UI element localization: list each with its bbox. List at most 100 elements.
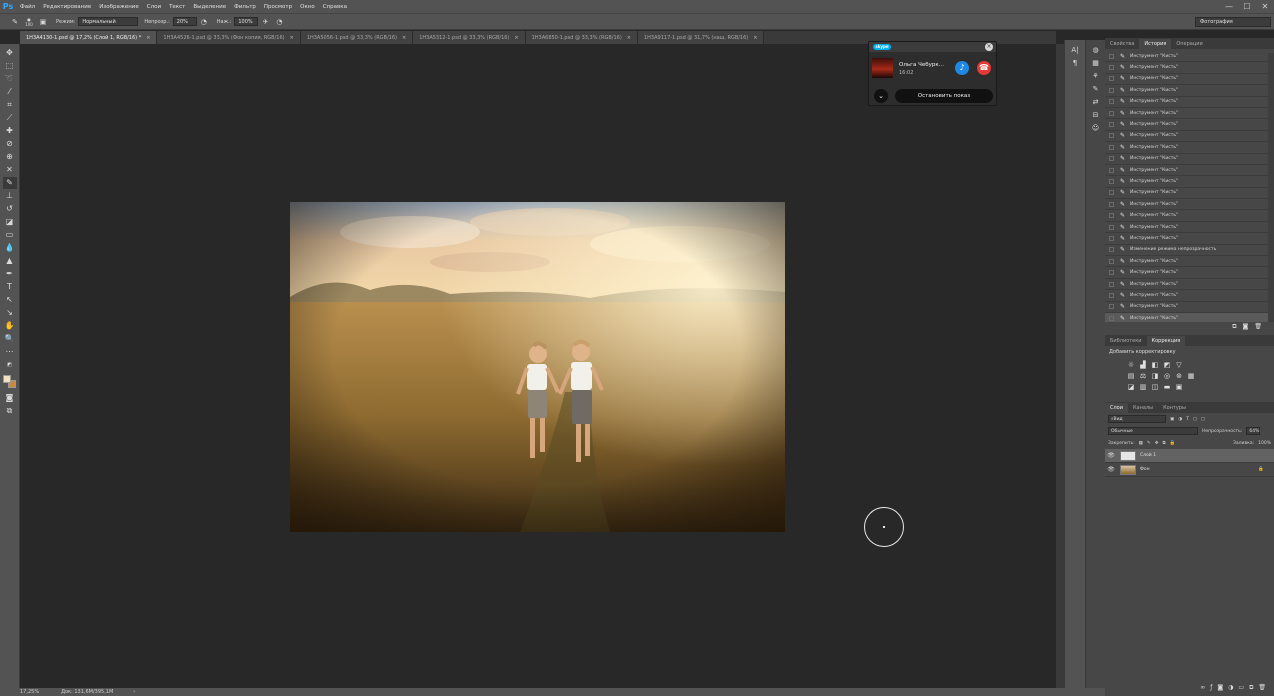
history-brush-tool-icon[interactable]: ↺ — [3, 203, 17, 215]
gradient-tool-icon[interactable]: ▭ — [3, 229, 17, 241]
opacity-select[interactable]: 20% — [172, 17, 197, 26]
move-tool-icon[interactable]: ✥ — [3, 47, 17, 59]
color-lookup-icon[interactable]: ▦ — [1187, 372, 1195, 380]
quick-select-tool-icon[interactable]: ⁄ — [3, 86, 17, 98]
pressure-size-icon[interactable]: ◔ — [274, 17, 284, 27]
maximize-button[interactable]: ☐ — [1238, 0, 1256, 13]
brightness-icon[interactable]: ☼ — [1127, 361, 1135, 369]
swap-colors-icon[interactable]: ◩ — [3, 359, 17, 371]
mode-select[interactable]: Нормальный — [78, 17, 139, 26]
history-source-checkbox[interactable] — [1109, 201, 1114, 207]
lock-artboard-icon[interactable]: ⧉ — [1162, 440, 1165, 446]
history-row[interactable]: ✎ Инструмент "Кисть" — [1105, 233, 1274, 245]
history-source-checkbox[interactable] — [1109, 270, 1114, 276]
filter-adjust-icon[interactable]: ◑ — [1178, 417, 1182, 422]
foreground-color-swatch[interactable] — [2, 375, 11, 383]
brush-presets-icon[interactable]: ⚘ — [1089, 70, 1103, 82]
selective-color-icon[interactable]: ▣ — [1175, 383, 1183, 391]
gradient-map-icon[interactable]: ▬ — [1163, 383, 1171, 391]
history-source-checkbox[interactable] — [1109, 65, 1114, 71]
skype-more-button[interactable]: ⌄ — [874, 89, 888, 103]
blur-tool-icon[interactable]: 💧 — [3, 242, 17, 254]
layer-filter-select[interactable]: ⌕ Вид — [1108, 415, 1166, 423]
close-tab-icon[interactable]: × — [753, 35, 757, 41]
menu-image[interactable]: Изображение — [95, 4, 143, 10]
doc-tab[interactable]: 1H3A4130-1.psd @ 17,2% (Слой 1, RGB/16) … — [20, 31, 158, 44]
zoom-tool-icon[interactable]: 🔍 — [3, 333, 17, 345]
history-row[interactable]: ✎ Инструмент "Кисть" — [1105, 199, 1274, 211]
close-tab-icon[interactable]: × — [402, 35, 406, 41]
layer-opacity-field[interactable]: 64% — [1246, 427, 1261, 435]
crop-tool-icon[interactable]: ⌗ — [3, 99, 17, 111]
history-row[interactable]: ✎ Инструмент "Кисть" — [1105, 97, 1274, 108]
character-panel-icon[interactable]: A| — [1068, 44, 1082, 56]
color-panel-icon[interactable]: ◍ — [1089, 44, 1103, 56]
history-row[interactable]: ✎ Инструмент "Кисть" — [1105, 256, 1274, 268]
more-tools-icon[interactable]: ⋯ — [3, 346, 17, 358]
visibility-eye-icon[interactable]: 👁 — [1105, 452, 1117, 459]
shape-tool-icon[interactable]: ↘ — [3, 307, 17, 319]
tab-layers[interactable]: Слои — [1105, 403, 1128, 413]
exposure-icon[interactable]: ◩ — [1163, 361, 1171, 369]
close-tab-icon[interactable]: × — [146, 35, 150, 41]
history-row[interactable]: ✎ Инструмент "Кисть" — [1105, 74, 1274, 86]
hang-up-button[interactable]: ☎ — [977, 61, 991, 75]
history-row[interactable]: ✎ Инструмент "Кисть" — [1105, 108, 1274, 120]
tab-libraries[interactable]: Библиотеки — [1105, 336, 1147, 346]
content-aware-move-icon[interactable]: ✕ — [3, 164, 17, 176]
marquee-tool-icon[interactable]: ⬚ — [3, 60, 17, 72]
close-tab-icon[interactable]: × — [290, 35, 294, 41]
new-snapshot-icon[interactable]: ⧉ — [1232, 323, 1236, 331]
history-row[interactable]: ✎ Инструмент "Кисть" — [1105, 119, 1274, 131]
brush-tool-icon[interactable]: ✎ — [2, 176, 17, 189]
blend-mode-select[interactable]: Обычные — [1108, 427, 1198, 435]
info-panel-icon[interactable]: ⇄ — [1089, 96, 1103, 108]
menu-filter[interactable]: Фильтр — [230, 4, 260, 10]
levels-icon[interactable]: ▟ — [1139, 361, 1147, 369]
airbrush-icon[interactable]: ✈ — [260, 17, 270, 27]
filter-smart-icon[interactable]: ▢ — [1201, 417, 1205, 422]
screen-mode-icon[interactable]: ⧉ — [3, 405, 17, 417]
brush-settings-icon[interactable]: ✎ — [1089, 83, 1103, 95]
eyedropper-tool-icon[interactable]: ⟋ — [3, 112, 17, 124]
doc-tab[interactable]: 1H3A4526-1.psd @ 33,3% (Фон копия, RGB/1… — [157, 31, 301, 44]
brush-panel-icon[interactable]: ▣ — [38, 17, 48, 27]
workspace-select[interactable]: Фотография — [1195, 17, 1271, 27]
lock-paint-icon[interactable]: ✎ — [1147, 441, 1151, 446]
history-row[interactable]: ✎ Инструмент "Кисть" — [1105, 302, 1274, 313]
doc-tab[interactable]: 1H3A5312-1.psd @ 33,3% (RGB/16) × — [413, 31, 526, 44]
history-row[interactable]: ✎ Инструмент "Кисть" — [1105, 210, 1274, 222]
curves-icon[interactable]: ◧ — [1151, 361, 1159, 369]
history-source-checkbox[interactable] — [1109, 53, 1114, 59]
status-menu-arrow[interactable]: › — [133, 689, 135, 695]
mic-button[interactable]: ♪ — [955, 61, 969, 75]
dodge-tool-icon[interactable]: ▲ — [3, 255, 17, 267]
history-source-checkbox[interactable] — [1109, 247, 1114, 253]
flow-select[interactable]: 100% — [234, 17, 259, 26]
tab-channels[interactable]: Каналы — [1128, 403, 1158, 413]
add-mask-icon[interactable]: ◙ — [1217, 684, 1223, 694]
navigator-panel-icon[interactable]: ⊟ — [1089, 109, 1103, 121]
lock-pixels-icon[interactable]: ▦ — [1139, 441, 1143, 446]
history-source-checkbox[interactable] — [1109, 281, 1114, 287]
camera-icon[interactable]: ◙ — [1243, 323, 1249, 330]
people-panel-icon[interactable]: ☺ — [1089, 122, 1103, 134]
history-row[interactable]: ✎ Инструмент "Кисть" — [1105, 222, 1274, 234]
delete-layer-icon[interactable]: 🗑 — [1258, 684, 1266, 694]
history-source-checkbox[interactable] — [1109, 292, 1114, 298]
history-source-checkbox[interactable] — [1109, 235, 1114, 241]
menu-help[interactable]: Справка — [319, 4, 351, 10]
history-source-checkbox[interactable] — [1109, 213, 1114, 219]
pen-tool-icon[interactable]: ✒ — [3, 268, 17, 280]
type-tool-icon[interactable]: T — [3, 281, 17, 293]
history-row[interactable]: ✎ Инструмент "Кисть" — [1105, 154, 1274, 165]
photo-filter-icon[interactable]: ◎ — [1163, 372, 1171, 380]
history-row[interactable]: ✎ Инструмент "Кисть" — [1105, 51, 1274, 63]
history-source-checkbox[interactable] — [1109, 315, 1114, 321]
brush-tool-icon[interactable]: ✎ — [10, 17, 20, 27]
history-source-checkbox[interactable] — [1109, 190, 1114, 196]
brush-preset-icon[interactable]: ● 100 — [24, 17, 34, 27]
history-source-checkbox[interactable] — [1109, 178, 1114, 184]
close-tab-icon[interactable]: × — [627, 35, 631, 41]
history-row[interactable]: ✎ Изменение режима непрозрачность — [1105, 245, 1274, 257]
